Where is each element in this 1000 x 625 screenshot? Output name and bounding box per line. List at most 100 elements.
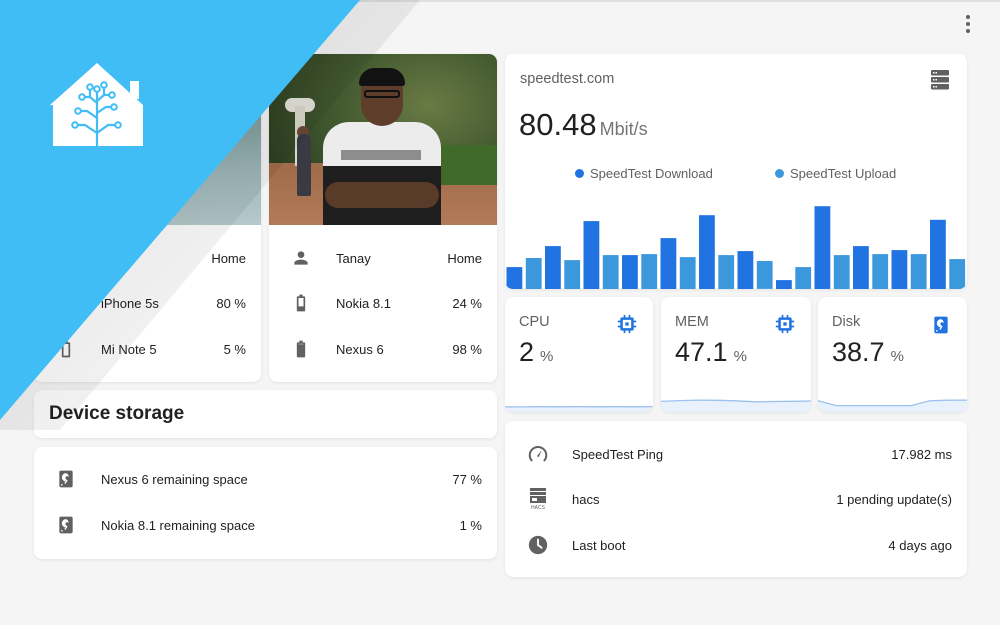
bar-download[interactable]	[699, 215, 715, 289]
person-row[interactable]: Tanay Home	[269, 243, 497, 273]
battery-level: 24 %	[452, 295, 482, 311]
device-name: iPhone 5s	[101, 295, 159, 311]
legend-download[interactable]: SpeedTest Download	[575, 166, 713, 181]
bar-download[interactable]	[853, 246, 869, 289]
bar-upload[interactable]	[525, 258, 542, 289]
bar-download[interactable]	[545, 246, 561, 289]
bar-download[interactable]	[930, 219, 946, 289]
mem-unit: %	[733, 348, 747, 365]
cpu-card[interactable]: CPU 2%	[505, 297, 653, 412]
disk-name: Disk	[832, 314, 861, 330]
battery-icon	[54, 291, 78, 315]
legend-label-upload: SpeedTest Upload	[790, 166, 897, 181]
storage-value: 77 %	[452, 471, 482, 487]
storage-row[interactable]: Nokia 8.1 remaining space 1 %	[34, 510, 497, 540]
photo-stripe	[341, 150, 421, 160]
speedtest-card[interactable]: speedtest.com 80.48 Mbit/s SpeedTest Down…	[505, 54, 967, 289]
bar-download[interactable]	[660, 238, 677, 289]
cpu-name: CPU	[519, 314, 550, 330]
disk-card[interactable]: Disk 38.7%	[818, 297, 967, 412]
speedtest-unit: Mbit/s	[599, 119, 648, 139]
entity-value: 17.982 ms	[891, 446, 952, 462]
clock-icon	[526, 533, 550, 557]
bar-upload[interactable]	[718, 255, 735, 289]
person-card-1: Home iPhone 5s 80 % Mi Note 5 5 %	[34, 54, 261, 382]
device-storage-card: Nexus 6 remaining space 77 % Nokia 8.1 r…	[34, 447, 497, 559]
bar-upload[interactable]	[602, 255, 619, 289]
overflow-menu-button[interactable]	[958, 12, 978, 36]
entity-row[interactable]: HACS hacs 1 pending update(s)	[505, 484, 967, 514]
mem-sparkline	[661, 399, 811, 412]
speedometer-icon	[526, 442, 550, 466]
bar-upload[interactable]	[795, 267, 812, 289]
photo-hedge	[439, 145, 497, 185]
entity-label: SpeedTest Ping	[572, 446, 664, 462]
legend-dot-download	[575, 169, 584, 178]
person-icon	[54, 246, 78, 270]
battery-full-icon	[289, 337, 313, 361]
bar-download[interactable]	[622, 255, 638, 289]
bar-upload[interactable]	[564, 260, 581, 289]
battery-low-icon	[289, 291, 313, 315]
battery-row[interactable]: Nexus 6 98 %	[269, 334, 497, 364]
disk-unit: %	[890, 348, 904, 365]
bar-upload[interactable]	[872, 254, 889, 289]
bar-upload[interactable]	[910, 254, 927, 289]
storage-row[interactable]: Nexus 6 remaining space 77 %	[34, 464, 497, 494]
bar-upload[interactable]	[756, 261, 773, 289]
harddisk-icon	[54, 513, 78, 537]
storage-label: Nokia 8.1 remaining space	[101, 517, 255, 533]
harddisk-icon	[54, 467, 78, 491]
photo-bg-person	[297, 134, 311, 196]
chip-icon	[617, 314, 637, 334]
photo-glasses	[364, 90, 400, 98]
person-icon	[289, 246, 313, 270]
entity-value: 4 days ago	[888, 537, 952, 553]
person-name: Tanay	[336, 250, 371, 266]
battery-level: 98 %	[452, 341, 482, 357]
legend-label-download: SpeedTest Download	[590, 166, 713, 181]
speedtest-value: 80.48	[519, 107, 597, 142]
device-storage-title-card: Device storage	[34, 390, 497, 438]
device-name: Nexus 6	[336, 341, 384, 357]
dot	[966, 22, 970, 26]
bar-upload[interactable]	[949, 259, 966, 289]
bar-download[interactable]	[737, 251, 754, 289]
battery-row[interactable]: iPhone 5s 80 %	[34, 288, 261, 318]
speedtest-bar-chart	[506, 206, 966, 289]
mem-card[interactable]: MEM 47.1%	[661, 297, 811, 412]
bar-upload[interactable]	[641, 254, 658, 289]
battery-row[interactable]: Mi Note 5 5 %	[34, 334, 261, 364]
mem-name: MEM	[675, 314, 709, 330]
bar-download[interactable]	[583, 221, 600, 289]
disk-value: 38.7	[832, 337, 885, 367]
person-row[interactable]: Home	[34, 243, 261, 273]
cpu-sparkline	[505, 405, 653, 412]
bar-upload[interactable]	[833, 255, 850, 289]
entity-label: Last boot	[572, 537, 626, 553]
person-card-2: Tanay Home Nokia 8.1 24 % Nexus 6 98 %	[269, 54, 497, 382]
bar-download[interactable]	[776, 280, 792, 289]
entity-row[interactable]: SpeedTest Ping 17.982 ms	[505, 439, 967, 469]
person-state: Home	[211, 250, 246, 266]
harddisk-icon	[931, 314, 951, 334]
entity-label: hacs	[572, 491, 600, 507]
person-photo[interactable]	[269, 54, 497, 225]
bar-download[interactable]	[814, 206, 831, 289]
bar-upload[interactable]	[679, 257, 696, 289]
legend-upload[interactable]: SpeedTest Upload	[775, 166, 896, 181]
entity-row[interactable]: Last boot 4 days ago	[505, 530, 967, 560]
bar-download[interactable]	[891, 250, 908, 289]
photo-arms	[325, 182, 439, 208]
svg-text:HACS: HACS	[531, 505, 546, 511]
entities-card: SpeedTest Ping 17.982 ms HACS hacs 1 pen…	[505, 421, 967, 577]
bar-download[interactable]	[506, 267, 523, 289]
battery-level: 80 %	[216, 295, 246, 311]
battery-row[interactable]: Nokia 8.1 24 %	[269, 288, 497, 318]
lake-photo[interactable]	[34, 54, 261, 225]
storage-label: Nexus 6 remaining space	[101, 471, 248, 487]
storage-value: 1 %	[459, 517, 482, 533]
photo-hair	[359, 68, 405, 86]
cpu-value: 2	[519, 337, 535, 367]
device-name: Mi Note 5	[101, 341, 157, 357]
